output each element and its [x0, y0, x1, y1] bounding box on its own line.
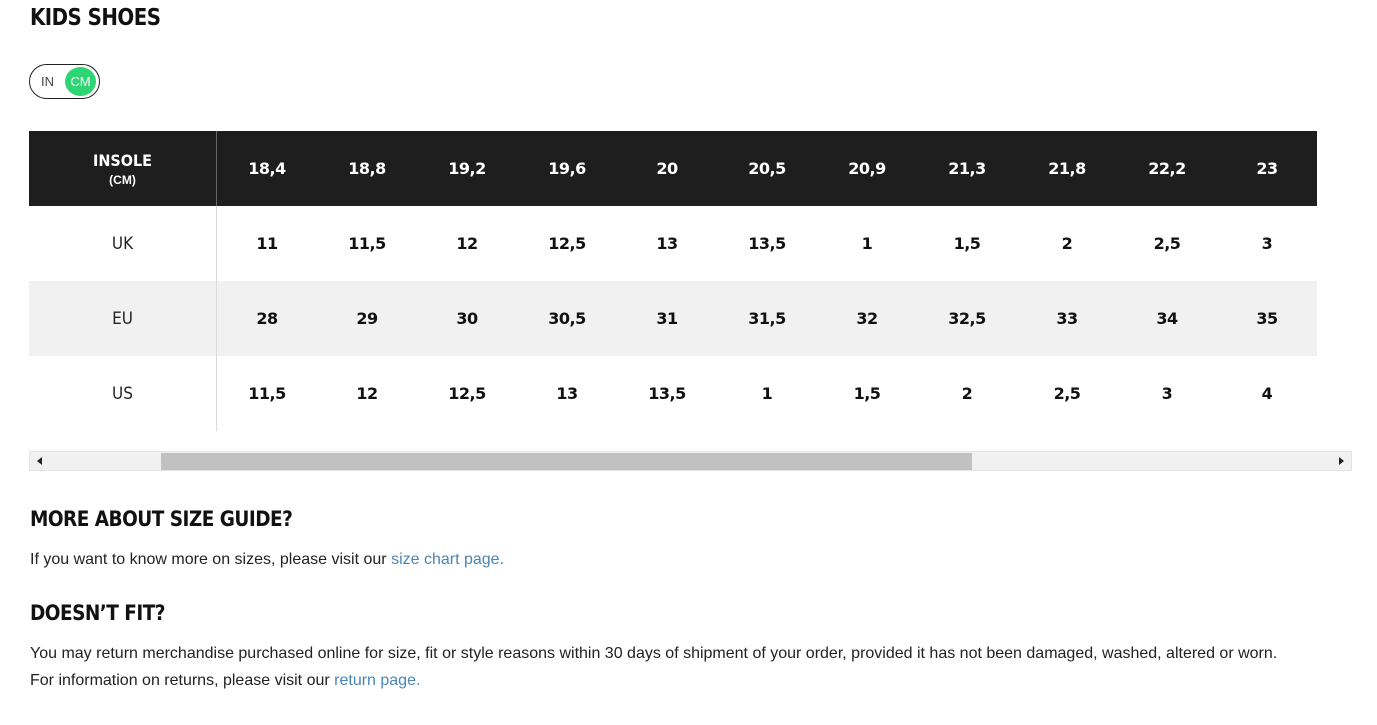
- size-cell: 3: [1261, 234, 1273, 253]
- size-table: INSOLE (CM) 18,4 18,8 19,2 19,6 20 20,5 …: [29, 131, 1317, 431]
- size-cell: 12: [356, 384, 378, 403]
- size-cell: 2,5: [1153, 234, 1181, 253]
- doesnt-fit-heading: DOESN’T FIT?: [30, 601, 166, 625]
- size-cell: 12,5: [448, 384, 486, 403]
- page-title: KIDS SHOES: [30, 5, 161, 31]
- table-row-eu: EU 28 29 30 30,5 31 31,5 32 32,5 33 34 3…: [29, 281, 1317, 356]
- table-row-uk: UK 11 11,5 12 12,5 13 13,5 1 1,5 2 2,5 3: [29, 206, 1317, 281]
- size-cell: 1,5: [953, 234, 981, 253]
- size-cell: 12,5: [548, 234, 586, 253]
- insole-size-cell: 19,6: [517, 131, 617, 206]
- size-cell: 13,5: [648, 384, 686, 403]
- size-cell: 11: [256, 234, 278, 253]
- size-cell: 35: [1217, 281, 1317, 356]
- size-cell: 31,5: [717, 281, 817, 356]
- more-about-text: If you want to know more on sizes, pleas…: [30, 546, 504, 573]
- insole-size-cell: 21,3: [917, 131, 1017, 206]
- size-cell: 28: [216, 281, 317, 356]
- returns-info-sentence: For information on returns, please visit…: [30, 672, 335, 689]
- table-header-row: INSOLE (CM) 18,4 18,8 19,2 19,6 20 20,5 …: [29, 131, 1317, 206]
- size-cell: 34: [1117, 281, 1217, 356]
- insole-size-cell: 20,9: [817, 131, 917, 206]
- size-cell: 13: [556, 384, 578, 403]
- size-cell: 1: [761, 384, 773, 403]
- return-page-link[interactable]: return page.: [334, 672, 420, 689]
- insole-header-label: INSOLE: [92, 150, 152, 170]
- size-cell: 30,5: [517, 281, 617, 356]
- insole-size-cell: 20: [617, 131, 717, 206]
- size-cell: 3: [1161, 384, 1173, 403]
- scroll-left-arrow-icon[interactable]: [37, 457, 42, 465]
- insole-size-cell: 23: [1217, 131, 1317, 206]
- insole-header-cell: INSOLE (CM): [29, 131, 217, 206]
- more-about-sentence: If you want to know more on sizes, pleas…: [30, 551, 392, 568]
- size-cell: 32,5: [917, 281, 1017, 356]
- horizontal-scrollbar[interactable]: [29, 451, 1352, 471]
- size-cell: 33: [1017, 281, 1117, 356]
- row-label-uk: UK: [29, 206, 217, 281]
- insole-size-cell: 18,4: [216, 131, 317, 206]
- insole-size-cell: 18,8: [317, 131, 417, 206]
- size-cell: 12: [456, 234, 478, 253]
- size-cell: 2: [1061, 234, 1073, 253]
- scroll-right-arrow-icon[interactable]: [1339, 457, 1344, 465]
- more-about-heading: MORE ABOUT SIZE GUIDE?: [30, 507, 293, 531]
- size-cell: 4: [1261, 384, 1273, 403]
- doesnt-fit-text: You may return merchandise purchased onl…: [30, 640, 1277, 694]
- size-cell: 13: [656, 234, 678, 253]
- size-cell: 2: [961, 384, 973, 403]
- size-cell: 1,5: [853, 384, 881, 403]
- size-cell: 1: [861, 234, 873, 253]
- size-cell: 11,5: [248, 384, 286, 403]
- insole-size-cell: 21,8: [1017, 131, 1117, 206]
- size-cell: 2,5: [1053, 384, 1081, 403]
- size-cell: 29: [317, 281, 417, 356]
- insole-size-cell: 20,5: [717, 131, 817, 206]
- size-cell: 31: [617, 281, 717, 356]
- row-label-eu: EU: [29, 281, 217, 356]
- size-table-container: INSOLE (CM) 18,4 18,8 19,2 19,6 20 20,5 …: [29, 131, 1352, 431]
- unit-option-in[interactable]: IN: [41, 74, 54, 89]
- scrollbar-thumb[interactable]: [161, 453, 972, 470]
- returns-policy-sentence: You may return merchandise purchased onl…: [30, 645, 1278, 662]
- unit-option-cm[interactable]: CM: [65, 67, 96, 96]
- size-cell: 11,5: [348, 234, 386, 253]
- size-cell: 13,5: [748, 234, 786, 253]
- insole-header-unit: (CM): [109, 172, 136, 187]
- insole-size-cell: 22,2: [1117, 131, 1217, 206]
- size-cell: 30: [417, 281, 517, 356]
- size-chart-link[interactable]: size chart page.: [391, 551, 504, 568]
- table-row-us: US 11,5 12 12,5 13 13,5 1 1,5 2 2,5 3 4: [29, 356, 1317, 431]
- size-cell: 32: [817, 281, 917, 356]
- unit-toggle[interactable]: IN CM: [29, 64, 100, 99]
- insole-size-cell: 19,2: [417, 131, 517, 206]
- row-label-us: US: [29, 356, 217, 431]
